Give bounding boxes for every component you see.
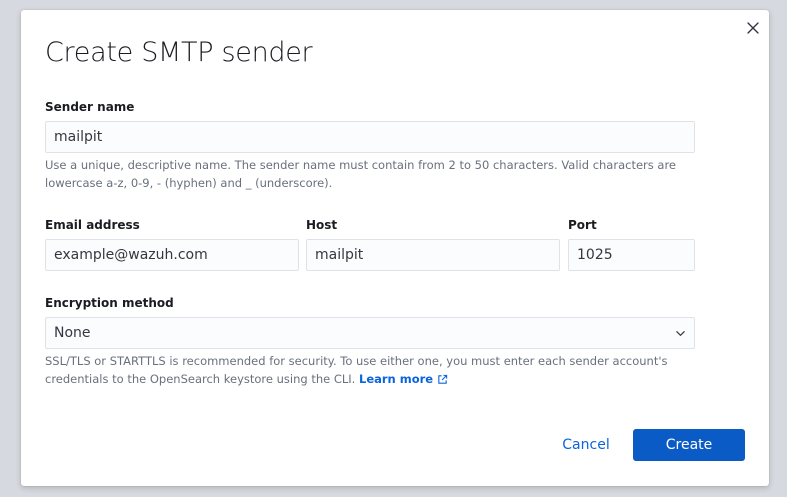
- create-smtp-sender-modal: Create SMTP sender Sender name Use a uni…: [21, 10, 769, 486]
- learn-more-label: Learn more: [359, 372, 434, 386]
- sender-name-input[interactable]: [45, 121, 695, 153]
- port-label: Port: [568, 218, 597, 232]
- close-button[interactable]: [742, 17, 764, 39]
- sender-name-label: Sender name: [45, 100, 135, 114]
- external-link-icon: [438, 374, 448, 384]
- encryption-method-label: Encryption method: [45, 296, 174, 310]
- modal-title: Create SMTP sender: [45, 37, 313, 68]
- port-input[interactable]: [568, 239, 695, 271]
- close-icon: [747, 22, 759, 34]
- email-address-label: Email address: [45, 218, 140, 232]
- encryption-method-select[interactable]: None: [45, 317, 695, 349]
- chevron-down-icon: [676, 331, 685, 336]
- encryption-method-help: SSL/TLS or STARTTLS is recommended for s…: [45, 352, 685, 388]
- host-label: Host: [306, 218, 338, 232]
- learn-more-link[interactable]: Learn more: [359, 372, 448, 386]
- sender-name-help: Use a unique, descriptive name. The send…: [45, 158, 677, 190]
- cancel-button[interactable]: Cancel: [551, 429, 621, 461]
- encryption-method-value: None: [54, 325, 91, 341]
- create-button[interactable]: Create: [633, 429, 745, 461]
- email-address-input[interactable]: [45, 239, 299, 271]
- host-input[interactable]: [306, 239, 560, 271]
- encryption-help-text: SSL/TLS or STARTTLS is recommended for s…: [45, 354, 668, 386]
